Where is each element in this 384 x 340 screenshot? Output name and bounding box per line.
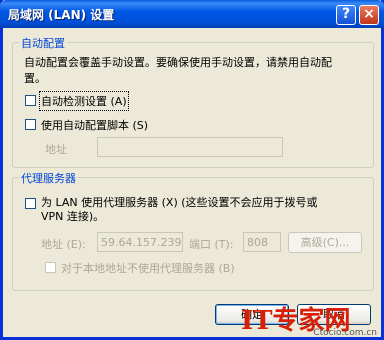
proxy-address-input[interactable]: 59.64.157.239 <box>97 232 183 252</box>
help-icon: ? <box>341 6 351 22</box>
auto-config-description-line1: 自动配置会覆盖手动设置。要确保使用手动设置，请禁用自动配 <box>24 56 332 69</box>
window-title: 局域网 (LAN) 设置 <box>8 8 115 22</box>
close-button[interactable]: × <box>359 5 379 25</box>
watermark: IT专家网 Ctocio.com.cn <box>241 300 381 338</box>
proxy-server-group-title: 代理服务器 <box>19 170 78 186</box>
bypass-local-label[interactable]: 对于本地地址不使用代理服务器 (B) <box>61 260 235 276</box>
auto-detect-checkbox[interactable] <box>25 95 36 106</box>
close-icon: × <box>363 6 375 22</box>
help-button[interactable]: ? <box>336 5 356 25</box>
advanced-button[interactable]: 高级(C)... <box>288 232 362 253</box>
title-bar[interactable]: 局域网 (LAN) 设置 ? × <box>0 0 384 28</box>
use-script-label[interactable]: 使用自动配置脚本 (S) <box>41 117 148 133</box>
bypass-local-checkbox[interactable] <box>45 262 56 273</box>
use-proxy-checkbox[interactable] <box>25 198 36 209</box>
proxy-port-label: 端口 (T): <box>189 238 234 251</box>
script-address-input[interactable] <box>97 137 283 157</box>
auto-config-group-title: 自动配置 <box>19 35 67 51</box>
proxy-address-label: 地址 (E): <box>41 238 86 251</box>
use-script-checkbox[interactable] <box>25 119 36 130</box>
proxy-port-input[interactable]: 808 <box>243 232 281 252</box>
lan-settings-dialog: 局域网 (LAN) 设置 ? × 自动配置 自动配置会覆盖手动设置。要确保使用手… <box>0 0 384 340</box>
use-proxy-label-line2[interactable]: VPN 连接)。 <box>41 208 104 224</box>
script-address-label: 地址 <box>45 143 67 156</box>
auto-config-description-line2: 置。 <box>24 72 46 85</box>
auto-detect-label[interactable]: 自动检测设置 (A) <box>39 91 129 111</box>
watermark-url: Ctocio.com.cn <box>313 328 377 338</box>
